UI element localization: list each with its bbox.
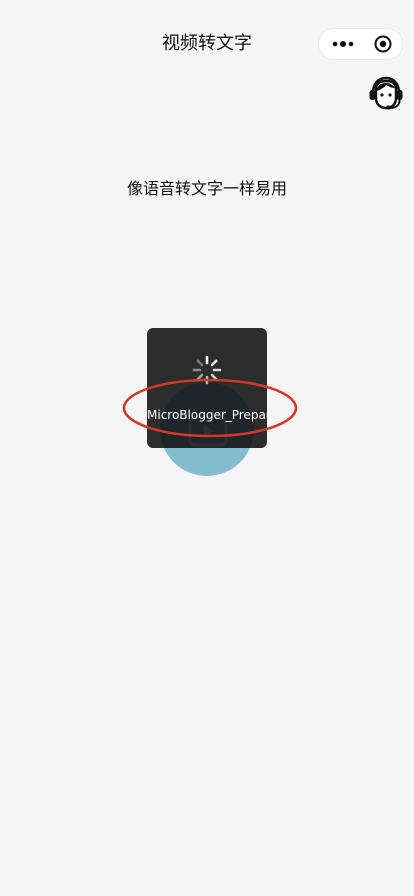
annotation-ellipse (122, 378, 298, 438)
app-page: 视频转文字 像语音转文字一样易用 MicroBlogger_Prepa (0, 0, 414, 896)
mini-program-capsule (318, 28, 403, 60)
customer-service-headset-icon[interactable] (366, 74, 406, 114)
target-circle-icon[interactable] (373, 34, 393, 54)
more-dots-icon[interactable] (329, 36, 357, 52)
tagline: 像语音转文字一样易用 (126, 179, 287, 198)
